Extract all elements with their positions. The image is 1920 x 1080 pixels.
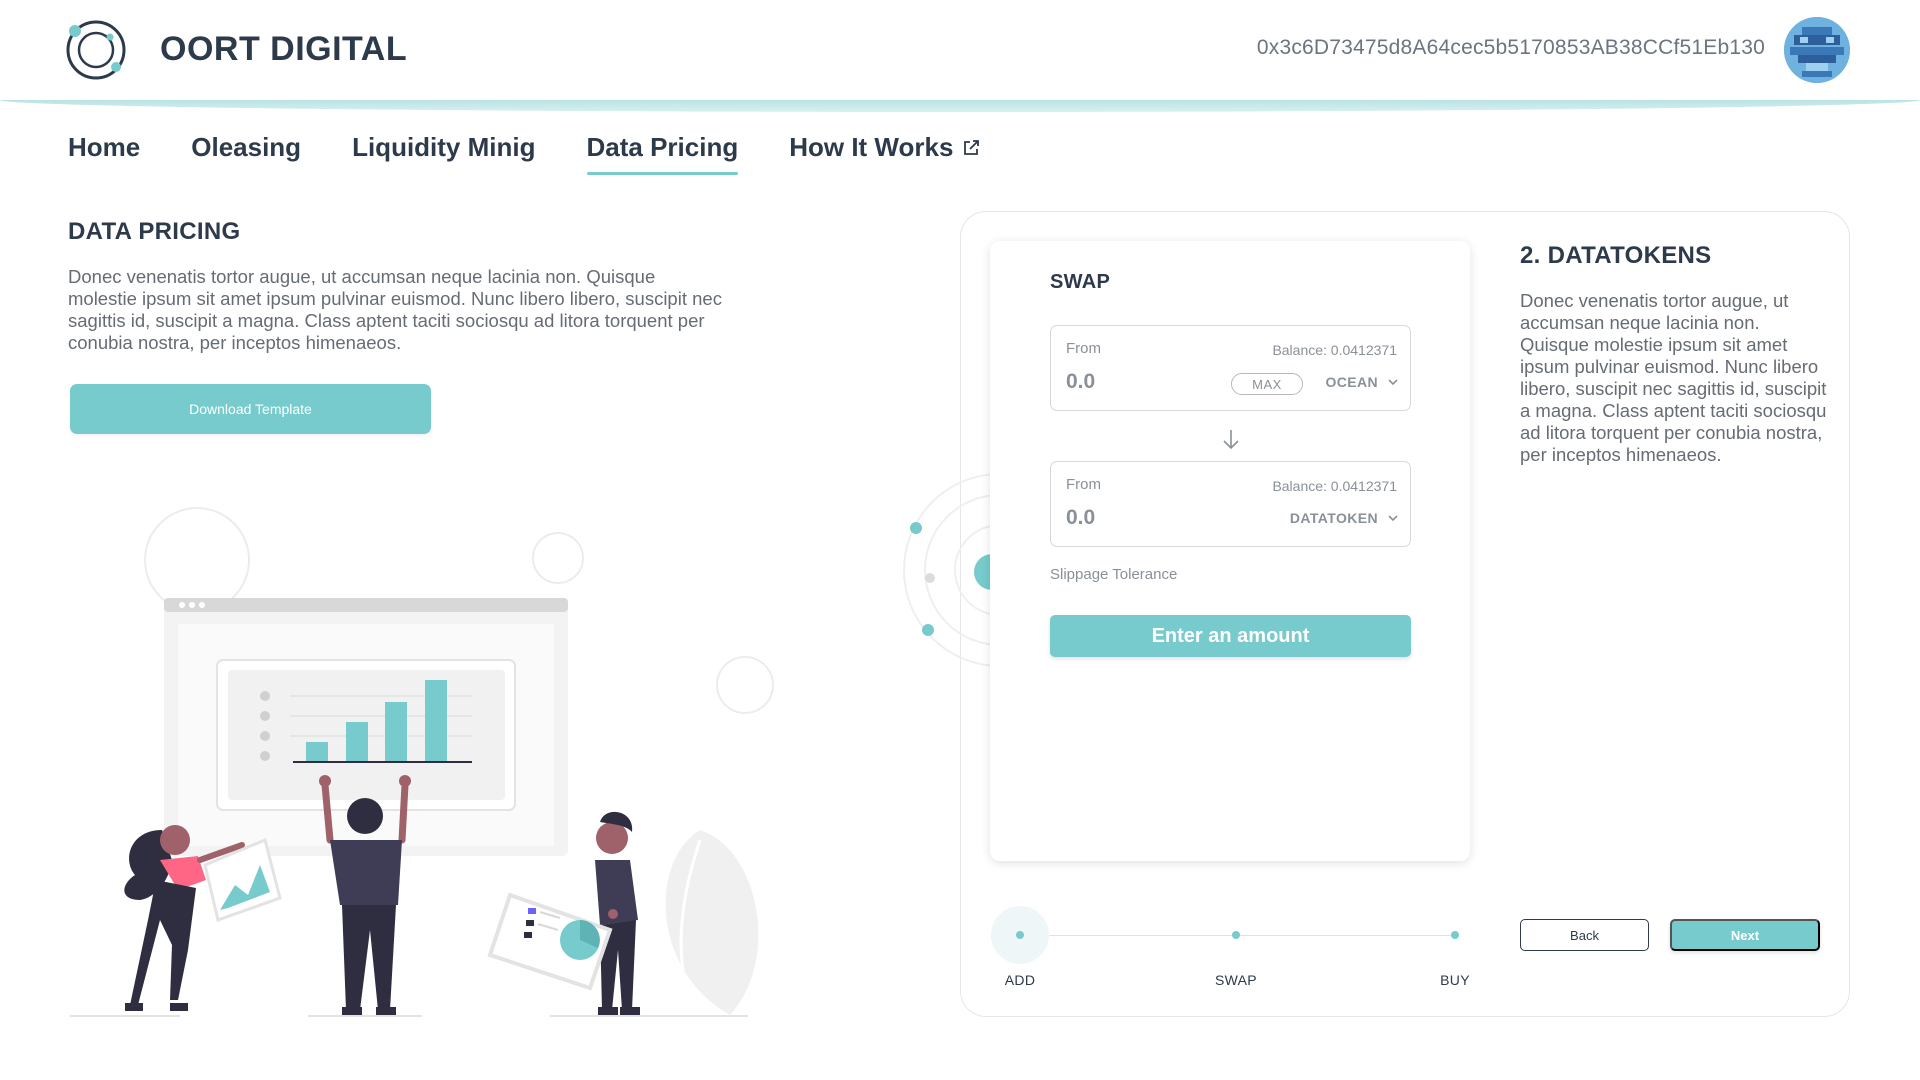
chevron-down-icon bbox=[1388, 379, 1398, 386]
swap-title: SWAP bbox=[1050, 271, 1111, 293]
max-button[interactable]: MAX bbox=[1231, 373, 1303, 395]
token-select-ocean[interactable]: OCEAN bbox=[1325, 374, 1398, 390]
nav-liquidity-mining[interactable]: Liquidity Minig bbox=[352, 132, 535, 176]
arrow-down-icon[interactable] bbox=[1220, 427, 1242, 451]
external-link-icon bbox=[964, 140, 980, 155]
page-title: DATA PRICING bbox=[68, 218, 241, 245]
token-label: OCEAN bbox=[1325, 374, 1378, 390]
nav-oleasing[interactable]: Oleasing bbox=[191, 132, 301, 176]
nav-how-it-works-label: How It Works bbox=[789, 132, 954, 162]
amount-input[interactable]: 0.0 bbox=[1066, 506, 1095, 530]
balance-label: Balance: 0.0412371 bbox=[1272, 478, 1397, 494]
header: OORT DIGITAL 0x3c6D73475d8A64cec5b517085… bbox=[0, 0, 1920, 100]
amount-input[interactable]: 0.0 bbox=[1066, 370, 1095, 394]
chevron-down-icon bbox=[1388, 515, 1398, 522]
header-accent-bar bbox=[0, 100, 1920, 112]
next-button[interactable]: Next bbox=[1670, 919, 1820, 951]
from-label: From bbox=[1066, 476, 1101, 493]
oort-logo-icon[interactable] bbox=[64, 18, 128, 82]
step-dot-add[interactable] bbox=[1016, 931, 1024, 939]
step-dot-buy[interactable] bbox=[1451, 931, 1459, 939]
step-label-buy: BUY bbox=[1440, 972, 1470, 988]
data-analytics-illustration bbox=[70, 507, 774, 1021]
download-template-button[interactable]: Download Template bbox=[70, 384, 431, 434]
wallet-address[interactable]: 0x3c6D73475d8A64cec5b5170853AB38CCf51Eb1… bbox=[1200, 36, 1765, 60]
datatokens-title: 2. DATATOKENS bbox=[1520, 242, 1712, 269]
back-button[interactable]: Back bbox=[1520, 919, 1649, 951]
orbit-decoration bbox=[903, 473, 990, 667]
token-select-datatoken[interactable]: DATATOKEN bbox=[1290, 510, 1398, 526]
nav-how-it-works[interactable]: How It Works bbox=[789, 132, 980, 176]
main-nav: Home Oleasing Liquidity Minig Data Prici… bbox=[68, 132, 1031, 176]
step-dot-swap[interactable] bbox=[1232, 931, 1240, 939]
nav-data-pricing[interactable]: Data Pricing bbox=[586, 132, 738, 176]
from-label: From bbox=[1066, 340, 1101, 357]
enter-amount-button[interactable]: Enter an amount bbox=[1050, 615, 1411, 657]
step-label-add: ADD bbox=[1004, 972, 1036, 988]
from-ocean-field: From Balance: 0.0412371 0.0 MAX OCEAN bbox=[1050, 325, 1411, 411]
nav-home[interactable]: Home bbox=[68, 132, 140, 176]
from-datatoken-field: From Balance: 0.0412371 0.0 DATATOKEN bbox=[1050, 461, 1411, 547]
swap-panel: SWAP From Balance: 0.0412371 0.0 MAX OCE… bbox=[990, 241, 1470, 861]
balance-label: Balance: 0.0412371 bbox=[1272, 342, 1397, 358]
brand-name: OORT DIGITAL bbox=[160, 30, 408, 68]
token-label: DATATOKEN bbox=[1289, 510, 1378, 526]
step-label-swap: SWAP bbox=[1215, 972, 1257, 988]
page-description: Donec venenatis tortor augue, ut accumsa… bbox=[68, 266, 722, 353]
datatokens-description: Donec venenatis tortor augue, ut accumsa… bbox=[1520, 290, 1827, 465]
slippage-tolerance-label[interactable]: Slippage Tolerance bbox=[1050, 566, 1177, 583]
pixel-avatar-icon[interactable] bbox=[1784, 17, 1850, 83]
